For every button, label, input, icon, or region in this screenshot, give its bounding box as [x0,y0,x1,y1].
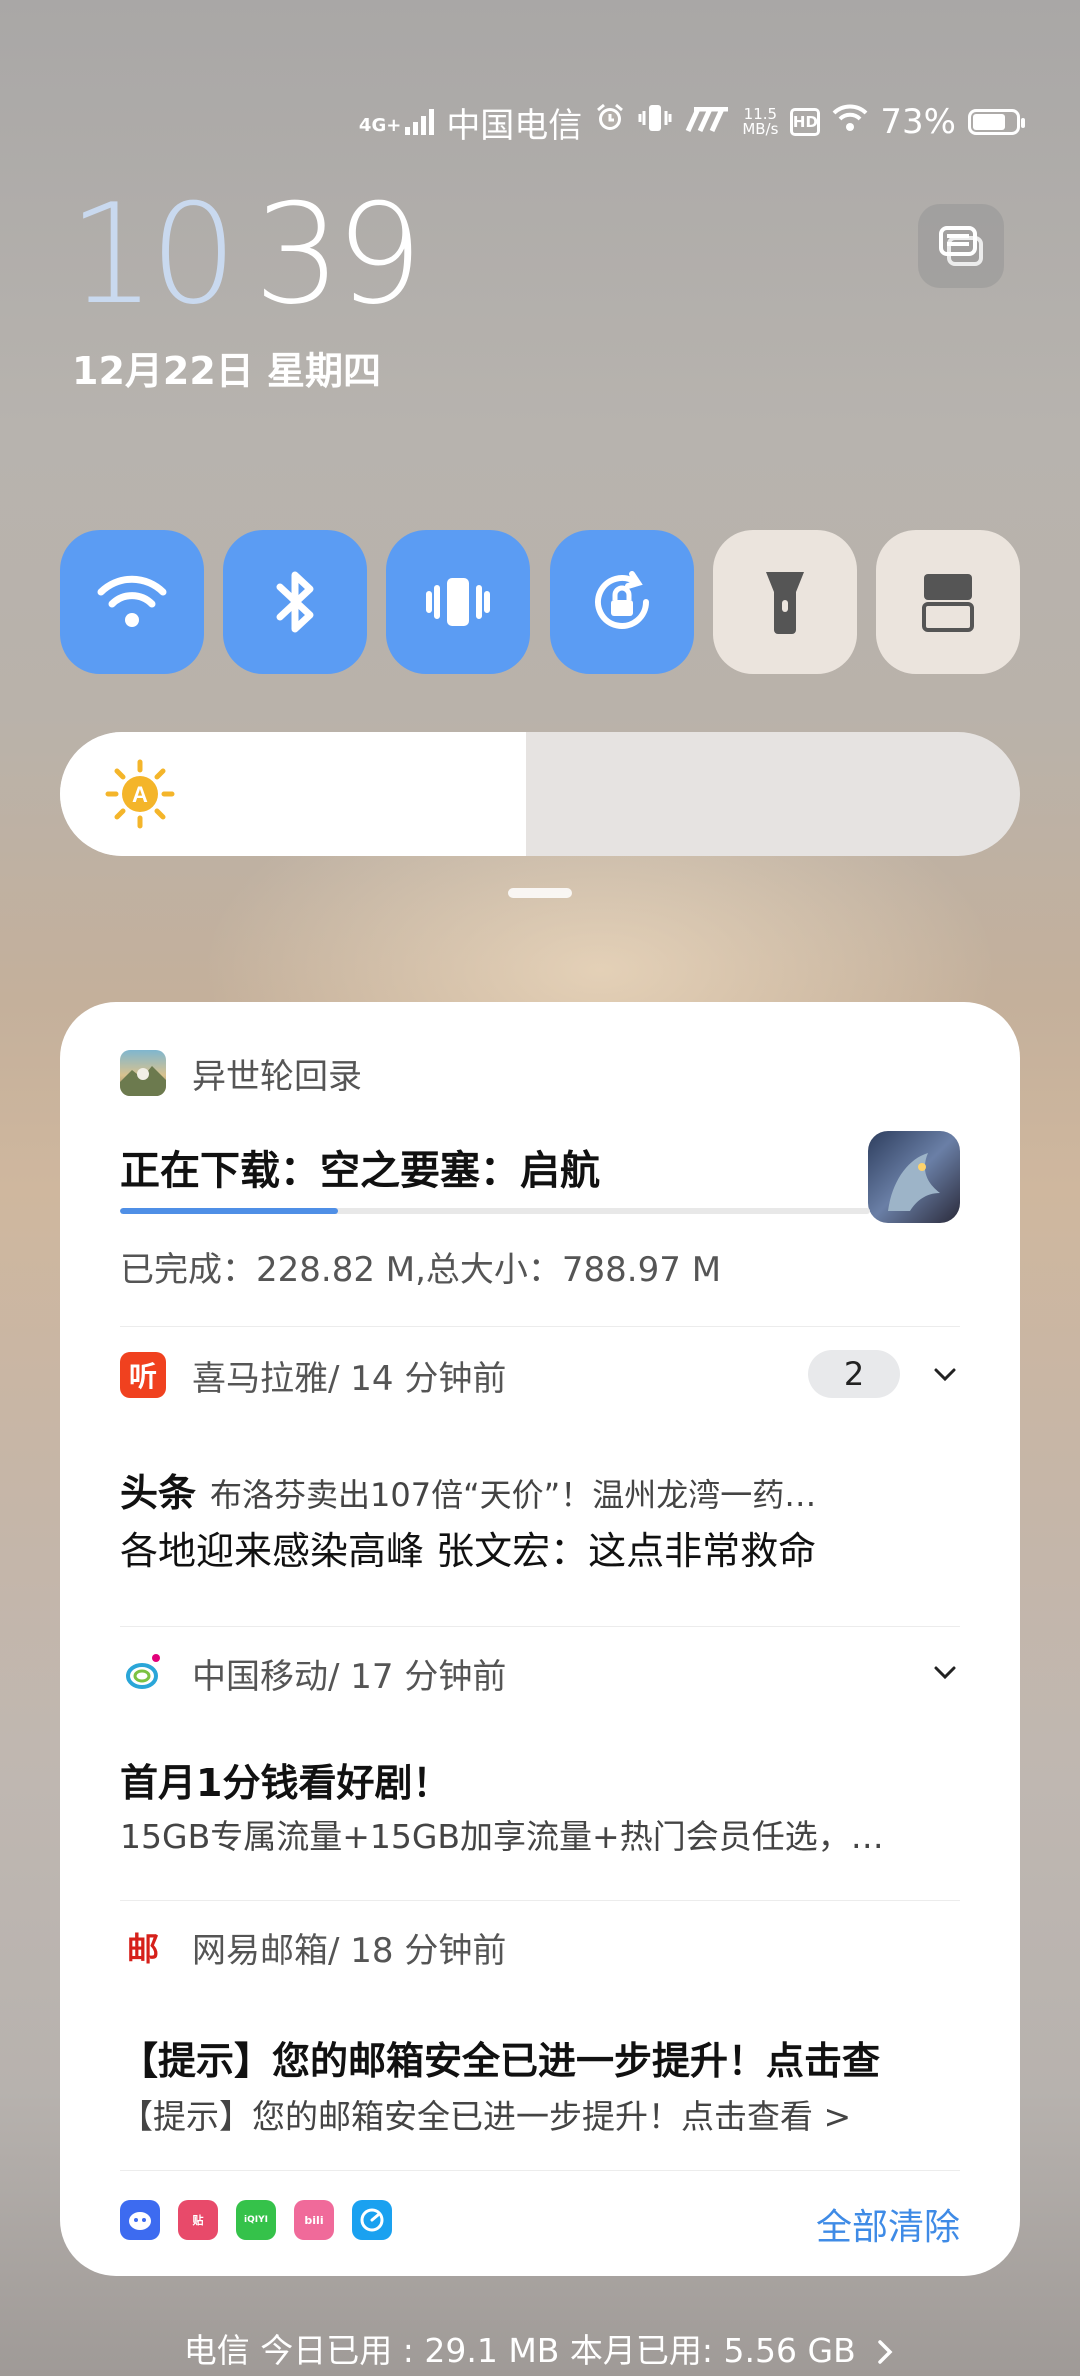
speed-app-icon[interactable] [352,2200,392,2240]
notification-body: 【提示】您的邮箱安全已进一步提升！点击查看 > [120,2097,852,2136]
chevron-down-icon[interactable] [930,1658,960,1688]
divider [120,2170,960,2171]
alarm-icon [594,102,626,143]
iqiyi-icon[interactable]: iQIYI [236,2200,276,2240]
headline-row: 头条 布洛芬卖出107倍“天价”！温州龙湾一药… [120,1462,960,1517]
status-bar: 4G+ 中国电信 11.5 MB/s HD 73% [358,100,1025,146]
screen-icon [921,574,974,632]
headline-tag: 头条 [120,1471,197,1515]
quick-toggles [60,530,1020,674]
collapsed-app-icons: 贴 iQIYI bili [120,2200,392,2240]
hd-icon: HD [790,108,821,136]
data-usage-text: 电信 今日已用 : 29.1 MB 本月已用: 5.56 GB [183,2331,856,2370]
auto-brightness-label: A [132,782,148,807]
app-name: 网易邮箱 [192,1930,328,1971]
notification-time: / 14 分钟前 [328,1358,507,1399]
date-label: 12月22日 星期四 [72,349,381,393]
netease-mail-icon: 邮 [120,1924,166,1970]
wifi-icon [832,102,868,142]
bluetooth-icon [276,571,314,633]
nfc-icon [684,102,730,142]
divider [120,1900,960,1901]
download-title: 正在下载：空之要塞：启航 [120,1148,600,1194]
more-toggle[interactable] [875,530,1020,674]
network-type: 4G+ [358,115,402,136]
rotation-lock-icon [594,571,649,629]
notification-count-badge: 2 [808,1350,900,1398]
notification-body: 15GB专属流量+15GB加享流量+热门会员任选，… [120,1817,884,1856]
bluetooth-toggle[interactable] [223,530,368,674]
divider [120,1326,960,1327]
app-name: 喜马拉雅 [192,1358,328,1399]
app-name: 异世轮回录 [192,1056,362,1097]
rotation-lock-toggle[interactable] [549,530,694,674]
vibrate-icon [638,102,672,143]
carrier-name: 中国电信 [446,105,583,146]
clock-hour: 10 [68,174,238,335]
flashlight-toggle[interactable] [712,530,857,674]
battery-percent: 73% [880,102,956,142]
chevron-down-icon[interactable] [930,1360,960,1390]
notification-panel: 异世轮回录 正在下载：空之要塞：启航 已完成：228.82 M,总大小：788.… [60,1002,1020,2276]
china-mobile-icon [120,1650,166,1696]
battery-icon [968,109,1025,135]
ximalaya-icon: 听 [120,1352,166,1398]
edit-controls-icon [939,226,983,266]
download-progress [120,1208,870,1214]
app-name: 中国移动 [192,1656,328,1697]
drag-handle[interactable] [508,888,572,898]
network-speed: 11.5 MB/s [742,105,779,138]
flashlight-icon [765,572,804,634]
notification-time: / 18 分钟前 [328,1930,507,1971]
download-detail: 已完成：228.82 M,总大小：788.97 M [120,1250,722,1290]
brightness-slider[interactable]: A [60,732,1020,856]
tieba-icon[interactable]: 贴 [178,2200,218,2240]
vibrate-toggle[interactable] [386,530,531,674]
data-usage-footer[interactable]: 电信 今日已用 : 29.1 MB 本月已用: 5.56 GB [0,2324,1080,2372]
cmcc-notification[interactable]: 中国移动 / 17 分钟前 首月1分钱看好剧！ 15GB专属流量+15GB加享流… [120,1648,960,1858]
notification-title: 【提示】您的邮箱安全已进一步提升！点击查 [120,2039,881,2083]
clock: 10 39 [68,180,423,330]
download-notification[interactable]: 异世轮回录 正在下载：空之要塞：启航 已完成：228.82 M,总大小：788.… [120,1048,960,1290]
signal-bars-icon [405,109,435,135]
divider [120,1626,960,1627]
download-progress-bar [120,1208,338,1214]
edit-controls-button[interactable] [918,204,1004,288]
notification-title: 首月1分钱看好剧！ [120,1761,451,1805]
game-app-icon [120,1050,166,1096]
auto-brightness-icon: A [105,759,175,829]
clear-all-button[interactable]: 全部清除 [816,2198,960,2250]
vibrate-icon [426,578,491,626]
notification-time: / 17 分钟前 [328,1656,507,1697]
mail-notification[interactable]: 邮 网易邮箱 / 18 分钟前 【提示】您的邮箱安全已进一步提升！点击查 【提示… [120,1922,960,2142]
blue-app-icon[interactable] [120,2200,160,2240]
wifi-toggle[interactable] [60,530,204,674]
game-thumbnail [868,1131,960,1223]
bilibili-icon[interactable]: bili [294,2200,334,2240]
wifi-icon [97,575,167,627]
ximalaya-notification[interactable]: 听 喜马拉雅 / 14 分钟前 2 头条 布洛芬卖出107倍“天价”！温州龙湾一药… [120,1350,960,1590]
signal-indicator: 4G+ [358,109,435,136]
clock-minute: 39 [253,174,424,335]
notification-body: 各地迎来感染高峰 张文宏：这点非常救命 [120,1529,817,1573]
chevron-right-icon [878,2340,893,2364]
headline-text: 布洛芬卖出107倍“天价”！温州龙湾一药… [210,1476,817,1514]
